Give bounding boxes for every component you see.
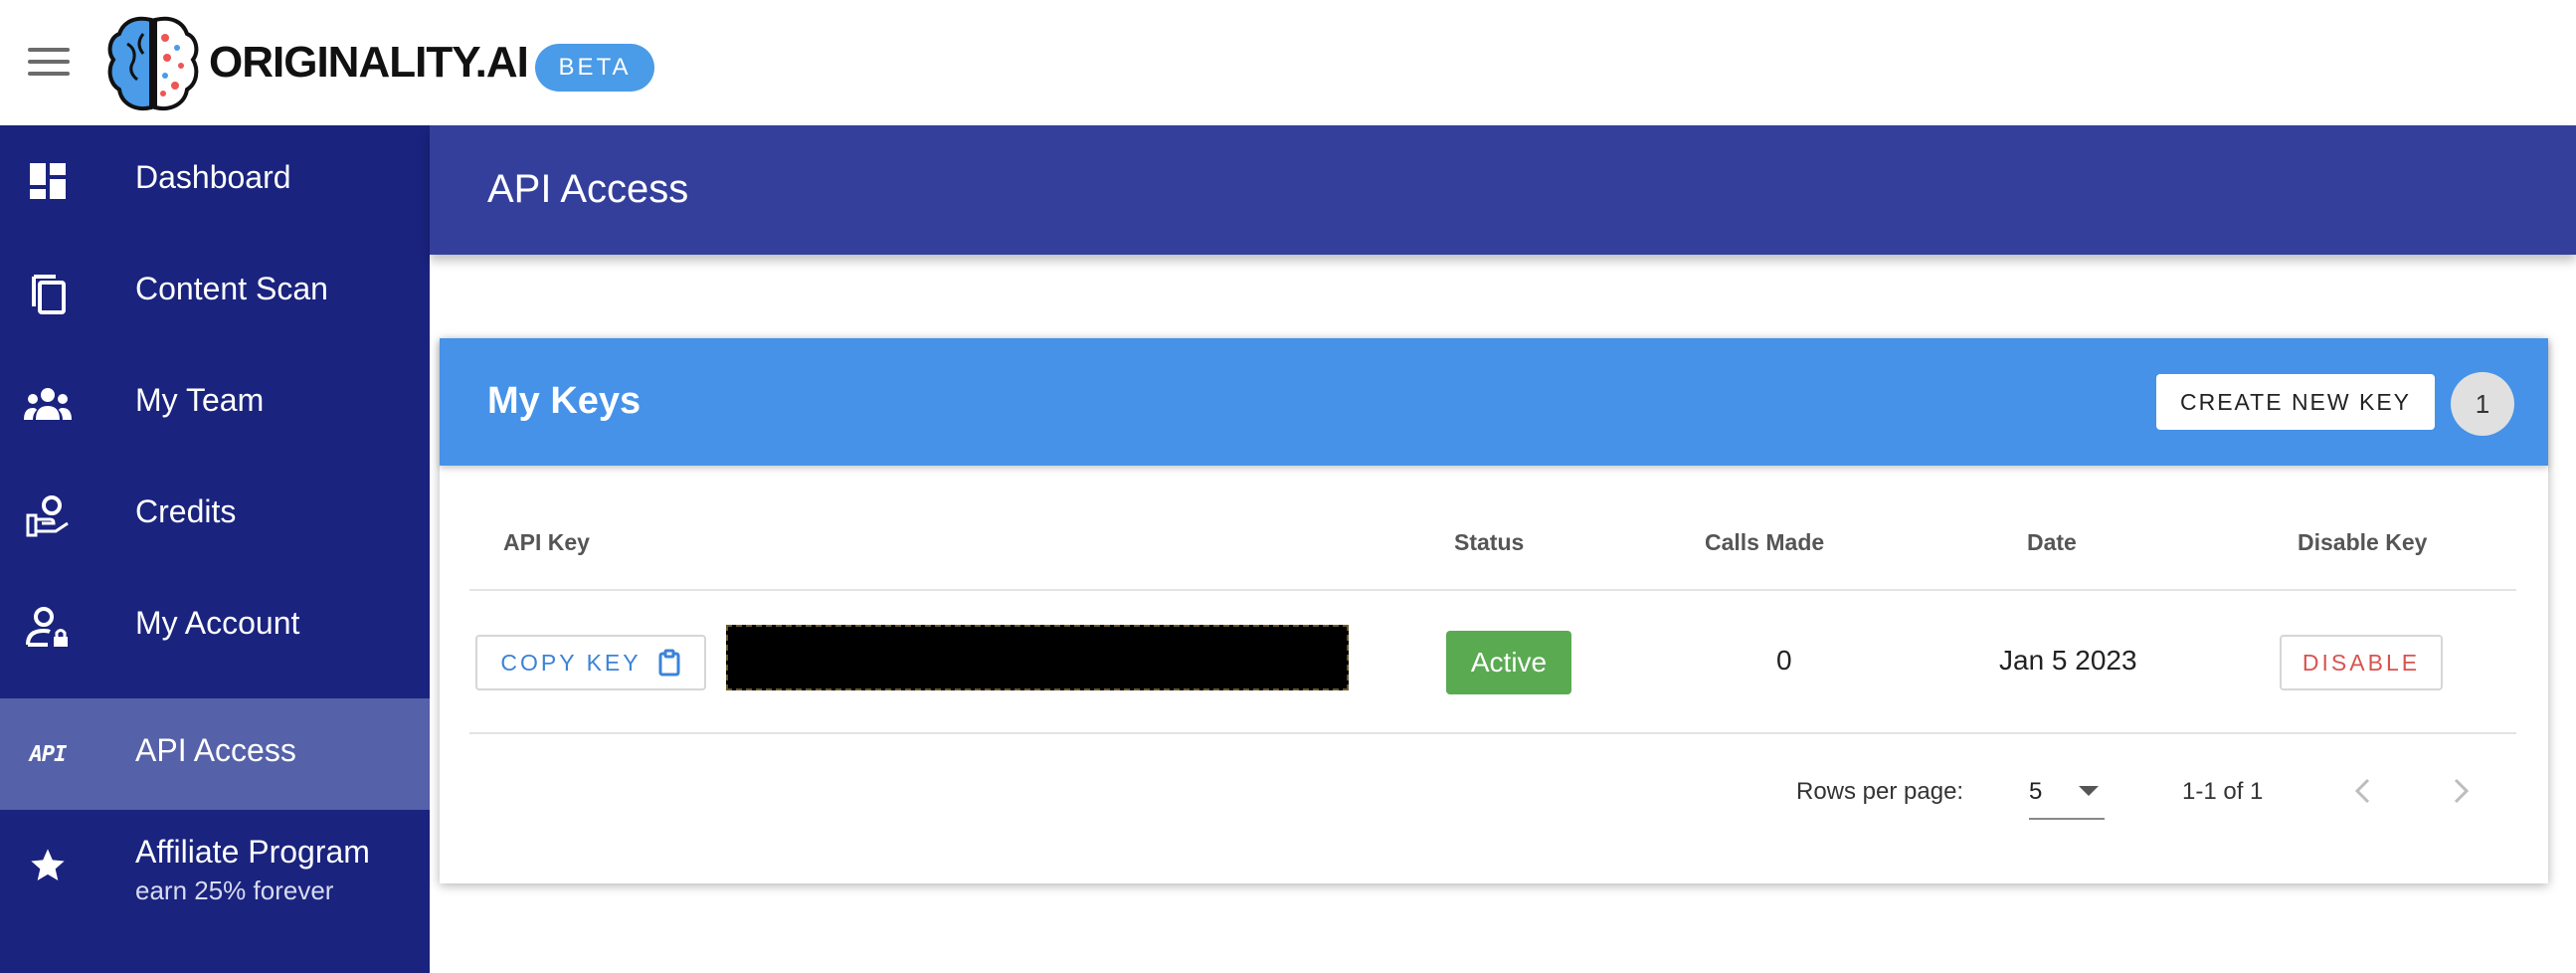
next-page-button[interactable]	[2437, 766, 2486, 816]
column-header-api-key: API Key	[503, 529, 590, 555]
sidebar-item-my-team[interactable]: My Team	[0, 348, 430, 460]
rows-per-page-value: 5	[2029, 778, 2043, 805]
sidebar-item-label: Content Scan	[135, 271, 328, 306]
sidebar-item-label: Credits	[135, 493, 237, 529]
copy-key-label: COPY KEY	[500, 649, 642, 676]
rows-per-page-select[interactable]: 5	[2029, 766, 2105, 820]
column-header-disable-key: Disable Key	[2298, 529, 2428, 555]
brand-name: ORIGINALITY.AI	[209, 38, 529, 87]
create-new-key-button[interactable]: CREATE NEW KEY	[2156, 374, 2435, 430]
previous-page-button[interactable]	[2337, 766, 2387, 816]
clipboard-icon	[658, 649, 680, 677]
team-icon	[24, 380, 72, 428]
chevron-right-icon	[2454, 778, 2470, 804]
sidebar-item-content-scan[interactable]: Content Scan	[0, 237, 430, 348]
my-keys-card: My Keys CREATE NEW KEY 1 API Key Status …	[440, 338, 2548, 883]
hamburger-menu-icon[interactable]	[28, 48, 70, 78]
brain-logo-icon	[107, 16, 199, 110]
copy-icon	[24, 269, 72, 316]
dropdown-caret-icon	[2079, 786, 2099, 796]
sidebar-item-label: Dashboard	[135, 159, 291, 195]
calls-made-value: 0	[1776, 645, 1792, 676]
dashboard-icon	[24, 157, 72, 205]
card-title: My Keys	[487, 380, 642, 422]
row-divider	[469, 732, 2516, 734]
sidebar: Dashboard Content Scan My Team Credits M…	[0, 125, 430, 973]
beta-badge: BETA	[535, 44, 654, 92]
key-count-badge: 1	[2451, 372, 2514, 436]
sidebar-item-label: My Team	[135, 382, 265, 418]
sidebar-item-label: Affiliate Program	[135, 834, 370, 870]
api-icon: API	[29, 741, 68, 767]
pagination-range: 1-1 of 1	[2182, 778, 2264, 805]
page-title: API Access	[487, 167, 689, 211]
sidebar-item-affiliate-program[interactable]: Affiliate Program earn 25% forever	[0, 810, 430, 921]
sidebar-item-my-account[interactable]: My Account	[0, 571, 430, 682]
top-bar: ORIGINALITY.AI BETA	[0, 0, 2576, 125]
sidebar-item-sublabel: earn 25% forever	[135, 876, 334, 905]
sidebar-item-label: My Account	[135, 605, 300, 641]
credits-hand-icon	[24, 491, 72, 539]
chevron-left-icon	[2354, 778, 2370, 804]
copy-key-button[interactable]: COPY KEY	[475, 635, 706, 690]
star-icon	[24, 842, 72, 889]
page-header: API Access	[430, 125, 2576, 255]
sidebar-item-api-access[interactable]: API API Access	[0, 698, 430, 810]
account-lock-icon	[24, 603, 72, 651]
column-header-calls-made: Calls Made	[1705, 529, 1825, 555]
sidebar-item-label: API Access	[135, 732, 296, 768]
header-divider	[469, 589, 2516, 591]
status-badge: Active	[1446, 631, 1571, 694]
card-header: My Keys CREATE NEW KEY 1	[440, 338, 2548, 466]
rows-per-page-label: Rows per page:	[1796, 778, 1964, 805]
column-header-status: Status	[1454, 529, 1525, 555]
disable-key-button[interactable]: DISABLE	[2280, 635, 2443, 690]
sidebar-item-dashboard[interactable]: Dashboard	[0, 125, 430, 237]
sidebar-item-credits[interactable]: Credits	[0, 460, 430, 571]
date-value: Jan 5 2023	[1999, 645, 2137, 676]
column-header-date: Date	[2027, 529, 2077, 555]
api-key-redacted	[726, 625, 1349, 690]
